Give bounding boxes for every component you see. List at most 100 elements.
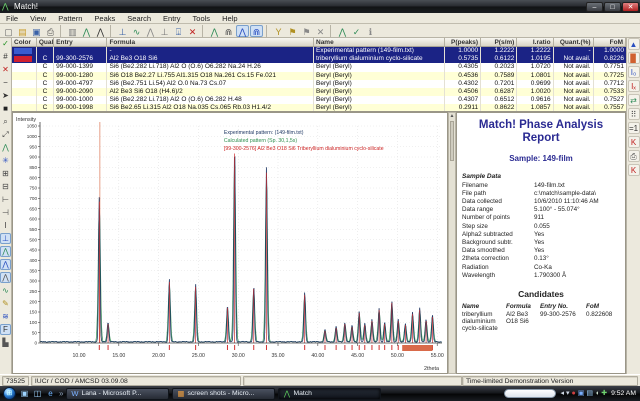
toolbar-delete-icon[interactable]: ✕ — [186, 25, 199, 37]
leftstrip-cursor-line-icon[interactable]: Ι — [0, 220, 11, 231]
start-button[interactable]: ⊞ — [3, 387, 16, 400]
toolbar-flag-icon[interactable]: ⚑ — [286, 25, 299, 37]
toolbar-filter-y-icon[interactable]: Y — [272, 25, 285, 37]
toolbar-open-folder-icon[interactable]: ▤ — [16, 25, 29, 37]
tray-security-icon[interactable]: ● — [571, 388, 575, 400]
taskbar-button-screen-shots-micro-[interactable]: ▦screen shots - Micro... — [172, 388, 275, 400]
leftstrip-diff-pattern-icon[interactable]: ⋀ — [0, 272, 11, 283]
table-row[interactable]: C99-000-1998Si6 Be2.65 Li.315 Al2 O18 Na… — [12, 104, 626, 112]
rightstrip-print-report-icon[interactable]: ⎙ — [628, 150, 640, 162]
toolbar-check-icon[interactable]: ✓ — [350, 25, 363, 37]
menu-help[interactable]: Help — [216, 14, 243, 23]
rightstrip-k2-red-icon[interactable]: K — [628, 164, 640, 176]
scrollbar-thumb[interactable] — [450, 121, 454, 161]
toolbar-raw-data-icon[interactable]: ⊥ — [116, 25, 129, 37]
leftstrip-calc-pattern-icon[interactable]: ⋀ — [0, 259, 11, 270]
menu-entry[interactable]: Entry — [157, 14, 187, 23]
toolbar-profile-fit-icon[interactable]: ⋀ — [94, 25, 107, 37]
leftstrip-remove-icon[interactable]: − — [0, 77, 11, 88]
quicklaunch-show-desktop-icon[interactable]: ▣ — [19, 388, 30, 399]
leftstrip-edit-icon[interactable]: ✎ — [0, 298, 11, 309]
table-row[interactable]: C99-000-4797Si6 (Be2.751 Li.54) Al2 O.0 … — [12, 80, 626, 88]
column-header-p-s-m-[interactable]: P(s/m) — [481, 38, 517, 46]
maximize-button[interactable]: □ — [604, 2, 621, 12]
toolbar-import-data-icon[interactable]: ▥ — [66, 25, 79, 37]
rightstrip-equal1-icon[interactable]: =1 — [628, 122, 640, 134]
toolbar-background-icon[interactable]: ∿ — [130, 25, 143, 37]
toolbar-smooth-icon[interactable]: ⋀ — [144, 25, 157, 37]
leftstrip-rank-icon[interactable]: # — [0, 51, 11, 62]
toolbar-pattern-green-icon[interactable]: ⋀ — [208, 25, 221, 37]
tray-search-box[interactable] — [504, 389, 556, 398]
quicklaunch-browser-icon[interactable]: e — [45, 388, 56, 399]
tray-volume-icon[interactable]: ◖ — [595, 388, 599, 400]
table-row[interactable]: C99-300-2576Al2 Be3 O18 Si6triberyllium … — [12, 55, 626, 63]
column-header-entry[interactable]: Entry — [54, 38, 107, 46]
diffraction-pattern-plot[interactable]: 0501001502002503003504004505005506006507… — [13, 113, 447, 373]
taskbar-button-match[interactable]: ⋀Match — [278, 388, 381, 400]
menu-search[interactable]: Search — [121, 14, 157, 23]
minimize-button[interactable]: – — [586, 2, 603, 12]
tray-update-icon[interactable]: ▾ — [566, 388, 570, 400]
leftstrip-exp-pattern-icon[interactable]: ⋀ — [0, 246, 11, 257]
candidates-table[interactable]: ColorQual.EntryFormulaNameP(peaks)P(s/m)… — [12, 38, 626, 112]
column-header-color[interactable]: Color — [12, 38, 37, 46]
taskbar-button-lana-microsoft-p-[interactable]: WLana - Microsoft P... — [66, 388, 169, 400]
menu-peaks[interactable]: Peaks — [88, 14, 121, 23]
leftstrip-stop-icon[interactable]: ■ — [0, 103, 11, 114]
rightstrip-intensity1-icon[interactable]: Iₓ — [628, 80, 640, 92]
leftstrip-waves-icon[interactable]: ≋ — [0, 311, 11, 322]
rightstrip-book-icon[interactable]: ▉ — [628, 52, 640, 64]
column-header-i-ratio[interactable]: I.ratio — [517, 38, 553, 46]
leftstrip-grid-off-icon[interactable]: ⊟ — [0, 181, 11, 192]
tray-language-icon[interactable]: ◂ — [560, 388, 564, 400]
leftstrip-accept-icon[interactable]: ✓ — [0, 38, 11, 49]
diffraction-chart[interactable]: 0501001502002503003504004505005506006507… — [12, 112, 448, 374]
toolbar-pattern-blue-icon[interactable]: ⋀ — [236, 25, 249, 37]
leftstrip-peaks-view-icon[interactable]: ⋀ — [0, 142, 11, 153]
menu-pattern[interactable]: Pattern — [52, 14, 88, 23]
column-header-fom[interactable]: FoM — [594, 38, 626, 46]
leftstrip-corner-icon[interactable]: ▙ — [0, 337, 11, 348]
toolbar-alpha2-strip-icon[interactable]: ⊥ — [158, 25, 171, 37]
selection-band[interactable] — [402, 345, 432, 351]
toolbar-clear-icon[interactable]: ✕ — [314, 25, 327, 37]
menu-file[interactable]: File — [0, 14, 24, 23]
leftstrip-axis-right-icon[interactable]: ⊣ — [0, 207, 11, 218]
vertical-scrollbar[interactable]: ▲ — [448, 112, 456, 374]
toolbar-peak-list-icon[interactable]: ⍗ — [172, 25, 185, 37]
toolbar-flag2-icon[interactable]: ⚑ — [300, 25, 313, 37]
toolbar-pattern-blue2-icon[interactable]: ⋒ — [250, 25, 263, 37]
toolbar-peak-search-icon[interactable]: ⋀ — [80, 25, 93, 37]
rightstrip-scroll-up-icon[interactable]: ▲ — [628, 38, 640, 50]
column-header-formula[interactable]: Formula — [107, 38, 314, 46]
leftstrip-baseline-icon[interactable]: ⊥ — [0, 233, 11, 244]
toolbar-new-file-icon[interactable]: ▢ — [2, 25, 15, 37]
close-button[interactable]: ✕ — [622, 2, 639, 12]
tray-display-icon[interactable]: ▣ — [578, 388, 585, 400]
menu-tools[interactable]: Tools — [187, 14, 217, 23]
leftstrip-grid-on-icon[interactable]: ⊞ — [0, 168, 11, 179]
tray-network-icon[interactable]: ▤ — [586, 388, 593, 400]
leftstrip-star-icon[interactable]: ✳ — [0, 155, 11, 166]
toolbar-info-icon[interactable]: ℹ — [364, 25, 377, 37]
toolbar-tree-icon[interactable]: ⋀ — [336, 25, 349, 37]
leftstrip-axis-left-icon[interactable]: ⊢ — [0, 194, 11, 205]
toolbar-print-icon[interactable]: ⎙ — [44, 25, 57, 37]
table-row[interactable]: C99-000-1399Si6 (Be2.282 Li.718) Al2 O (… — [12, 63, 626, 71]
toolbar-pattern-outline-icon[interactable]: ⋒ — [222, 25, 235, 37]
column-header-name[interactable]: Name — [314, 38, 445, 46]
tray-power-icon[interactable]: ✚ — [601, 388, 607, 400]
rightstrip-intensity0-icon[interactable]: I₀ — [628, 66, 640, 78]
table-row[interactable]: C99-000-1280Si6 O18 Be2.27 Li.755 Al1.31… — [12, 72, 626, 80]
table-row[interactable]: -Experimental pattern (149-film.txt)1.00… — [12, 47, 626, 55]
leftstrip-zoom-tool-icon[interactable]: ⌕ — [0, 116, 11, 127]
menu-view[interactable]: View — [24, 14, 52, 23]
leftstrip-reject-icon[interactable]: ✕ — [0, 64, 11, 75]
rightstrip-k-red-icon[interactable]: K — [628, 136, 640, 148]
table-row[interactable]: C99-000-1000Si6 (Be2.282 Li.718) Al2 O (… — [12, 96, 626, 104]
rightstrip-dots-icon[interactable]: ⠿ — [628, 108, 640, 120]
toolbar-save-icon[interactable]: ▣ — [30, 25, 43, 37]
table-row[interactable]: C99-000-2090Al2 Be3 Si6 O18 (H4.6)/2Bery… — [12, 88, 626, 96]
quicklaunch-window-switcher-icon[interactable]: ◫ — [32, 388, 43, 399]
